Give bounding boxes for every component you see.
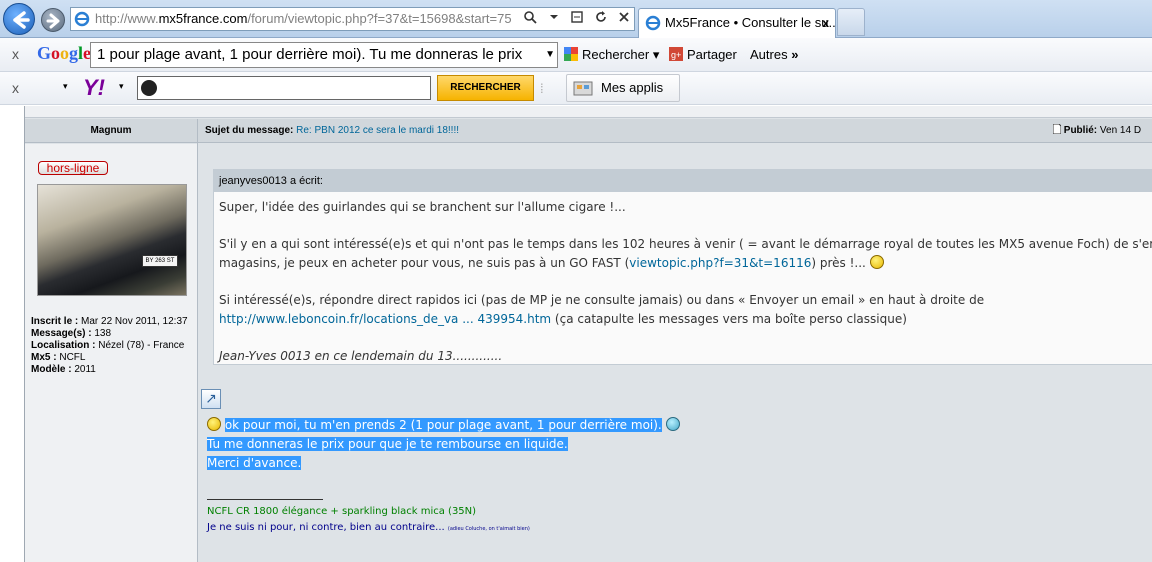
post-body: jeanyves0013 a écrit: Super, l'idée des … [198, 144, 1152, 562]
search-icon[interactable] [523, 10, 538, 24]
author-profile: hors-ligne BY 263 ST Inscrit le : Mar 22… [25, 144, 197, 562]
wink-smiley-icon [665, 417, 680, 431]
post-message: ok pour moi, tu m'en prends 2 (1 pour pl… [207, 416, 680, 473]
quote-block: jeanyves0013 a écrit: Super, l'idée des … [213, 169, 1152, 365]
yahoo-search-input[interactable] [137, 76, 431, 100]
tab-close-icon[interactable]: x [822, 9, 829, 37]
share-button[interactable]: g+ Partager [669, 47, 737, 62]
leboncoin-link[interactable]: http://www.leboncoin.fr/locations_de_va … [219, 312, 551, 326]
google-logo: Google [37, 43, 92, 63]
dropdown-icon[interactable] [548, 11, 560, 23]
profile-info: Inscrit le : Mar 22 Nov 2011, 12:37 Mess… [31, 316, 188, 375]
tab-title: Mx5France • Consulter le su... [665, 15, 836, 30]
status-badge: hors-ligne [38, 161, 108, 175]
double-chevron-icon: » [791, 47, 799, 62]
new-tab-button[interactable] [837, 8, 865, 36]
post-header: Magnum Sujet du message: Re: PBN 2012 ce… [25, 119, 1152, 143]
address-controls[interactable] [523, 8, 630, 30]
page-content: Magnum Sujet du message: Re: PBN 2012 ce… [0, 106, 1152, 562]
address-bar[interactable]: http://www.mx5france.com/forum/viewtopic… [70, 7, 635, 31]
compatibility-icon[interactable] [570, 10, 584, 24]
subject-link[interactable]: Re: PBN 2012 ce sera le mardi 18!!!! [296, 125, 459, 136]
smiley-icon [207, 417, 221, 431]
signature-divider [207, 499, 323, 500]
ie-tab-icon [645, 15, 661, 31]
post-date: Publié: Ven 14 D [1052, 119, 1141, 143]
google-search-icon [564, 47, 578, 61]
yahoo-toolbar: x ▾ Y! ▾ RECHERCHER ⁞ Mes applis [0, 72, 1152, 105]
share-icon: g+ [669, 47, 683, 61]
toolbar-grip-icon: ⁞ [540, 81, 544, 96]
stop-icon[interactable] [618, 11, 630, 23]
expand-icon[interactable]: ↗ [201, 389, 221, 409]
svg-text:g+: g+ [671, 50, 681, 60]
post-separator [25, 106, 1152, 118]
search-icon [141, 80, 157, 96]
browser-tab[interactable]: Mx5France • Consulter le su... x [638, 8, 836, 38]
back-arrow-icon [13, 11, 30, 29]
quote-header: jeanyves0013 a écrit: [214, 170, 1152, 192]
quote-topic-link[interactable]: viewtopic.php?f=31&t=16116 [629, 256, 811, 270]
forum-post: Magnum Sujet du message: Re: PBN 2012 ce… [24, 106, 1152, 562]
signature: NCFL CR 1800 élégance + sparkling black … [207, 499, 530, 537]
yahoo-toolbar-close-icon[interactable]: x [12, 80, 19, 96]
post-subject: Sujet du message: Re: PBN 2012 ce sera l… [205, 125, 459, 136]
post-author[interactable]: Magnum [25, 119, 197, 143]
google-search-button[interactable]: Rechercher ▾ [564, 47, 659, 63]
yahoo-logo[interactable]: Y! [83, 75, 105, 101]
yahoo-logo-dropdown[interactable]: ▾ [119, 81, 124, 92]
google-toolbar-close-icon[interactable]: x [12, 46, 19, 62]
chevron-down-icon[interactable]: ▼ [545, 43, 555, 67]
yahoo-menu-dropdown[interactable]: ▾ [63, 81, 68, 92]
refresh-icon[interactable] [594, 10, 608, 24]
smiley-icon [869, 255, 884, 269]
forward-button[interactable] [41, 8, 65, 32]
my-apps-button[interactable]: Mes applis [566, 74, 680, 102]
more-button[interactable]: Autres » [750, 47, 798, 62]
avatar: BY 263 ST [37, 184, 187, 296]
forward-arrow-icon [46, 13, 60, 29]
google-toolbar: x Google 1 pour plage avant, 1 pour derr… [0, 38, 1152, 72]
yahoo-search-button[interactable]: RECHERCHER [437, 75, 534, 101]
ie-page-icon [74, 11, 90, 27]
post-icon [1052, 123, 1062, 135]
address-url: http://www.mx5france.com/forum/viewtopic… [95, 11, 512, 26]
apps-icon [573, 81, 593, 96]
license-plate: BY 263 ST [142, 255, 178, 267]
browser-titlebar: http://www.mx5france.com/forum/viewtopic… [0, 0, 1152, 38]
google-search-input[interactable]: 1 pour plage avant, 1 pour derrière moi)… [90, 42, 558, 68]
quote-text: Super, l'idée des guirlandes qui se bran… [219, 200, 1152, 363]
back-button[interactable] [3, 3, 35, 35]
